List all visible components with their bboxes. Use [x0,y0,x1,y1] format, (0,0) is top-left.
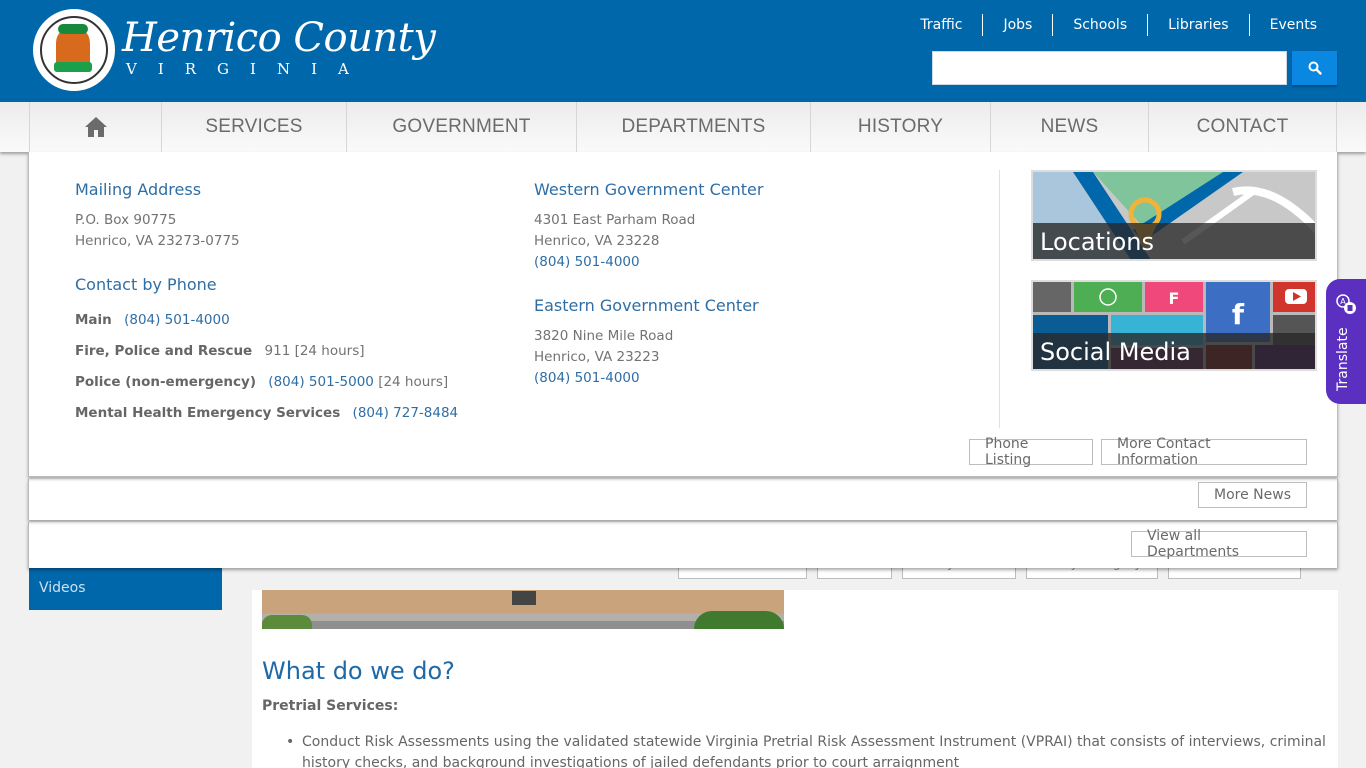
mailing-line-2: Henrico, VA 23273-0775 [75,233,240,249]
nav-departments[interactable]: DEPARTMENTS [577,102,811,152]
phone-label: Main [75,312,112,328]
logo-title[interactable]: Henrico County [122,18,436,58]
search-button[interactable] [1292,51,1337,85]
nav-news[interactable]: NEWS [991,102,1149,152]
search-icon [1308,61,1322,75]
phone-listing-button[interactable]: Phone Listing [969,436,1093,468]
nav-government[interactable]: GOVERNMENT [347,102,577,152]
site-header: Henrico County VIRGINIA Traffic Jobs Sch… [0,0,1366,100]
quick-link-jobs[interactable]: Jobs [982,14,1052,36]
phone-label: Fire, Police and Rescue [75,343,253,359]
nav-label: GOVERNMENT [392,116,531,137]
svg-text:f: f [1232,298,1245,331]
western-center-title: Western Government Center [534,180,764,199]
seal-headband [58,24,88,34]
quick-links: Traffic Jobs Schools Libraries Events [900,14,1334,36]
column-divider [999,170,1000,428]
eastern-line-1: 3820 Nine Mile Road [534,328,674,344]
phone-label: Mental Health Emergency Services [75,405,341,421]
eastern-center-title: Eastern Government Center [534,296,759,315]
news-menu-strip: More News [28,479,1338,520]
nav-label: HISTORY [857,116,944,137]
seal-base [54,62,92,72]
social-media-tile-label: Social Media [1033,333,1315,369]
nav-services[interactable]: SERVICES [162,102,347,152]
phone-row-mental-health: Mental Health Emergency Services (804) 7… [75,405,458,421]
county-seal-logo[interactable] [33,9,115,91]
nav-label: NEWS [1040,116,1099,137]
more-news-button[interactable]: More News [1198,482,1307,508]
view-all-departments-button[interactable]: View all Departments [1131,528,1307,560]
section-heading: What do we do? [262,657,455,685]
departments-menu-strip: View all Departments [28,522,1338,568]
phone-link[interactable]: (804) 501-4000 [124,312,230,328]
home-icon [84,117,107,137]
eastern-line-2: Henrico, VA 23223 [534,349,660,365]
contact-by-phone-title: Contact by Phone [75,275,217,294]
main-navigation: SERVICES GOVERNMENT DEPARTMENTS HISTORY … [0,100,1366,152]
western-line-2: Henrico, VA 23228 [534,233,660,249]
photo-bush [694,611,784,629]
locations-tile[interactable]: Locations [1031,170,1317,261]
nav-history[interactable]: HISTORY [811,102,991,152]
mailing-line-1: P.O. Box 90775 [75,212,177,228]
western-line-1: 4301 East Parham Road [534,212,696,228]
nav-label: CONTACT [1196,116,1289,137]
phone-link[interactable]: (804) 501-5000 [268,374,374,390]
logo-subtitle: VIRGINIA [126,60,370,78]
translate-label: Translate [1335,327,1351,391]
subheading: Pretrial Services: [262,698,399,714]
photo-sign [512,591,536,605]
quick-link-traffic[interactable]: Traffic [900,14,982,36]
translate-widget[interactable]: A Translate [1326,279,1366,404]
nav-contact[interactable]: CONTACT [1149,102,1337,152]
contact-mega-menu: Mailing Address P.O. Box 90775 Henrico, … [28,152,1338,477]
building-photo [262,590,784,629]
eastern-phone-link[interactable]: (804) 501-4000 [534,368,640,389]
svg-text:F: F [1169,289,1180,308]
sidebar-item-label: Videos [39,580,86,596]
phone-row-fire-police-rescue: Fire, Police and Rescue 911 [24 hours] [75,343,365,359]
sidebar-item-videos[interactable]: Videos [29,568,222,610]
quick-link-events[interactable]: Events [1248,14,1334,36]
phone-row-police-non-emergency: Police (non-emergency) (804) 501-5000 [2… [75,374,448,390]
locations-tile-label: Locations [1033,223,1315,259]
nav-label: SERVICES [205,116,303,137]
mailing-address-title: Mailing Address [75,180,202,199]
phone-link[interactable]: (804) 727-8484 [353,405,459,421]
western-phone-link[interactable]: (804) 501-4000 [534,252,640,273]
more-contact-information-button[interactable]: More Contact Information [1101,436,1307,468]
phone-note: 911 [24 hours] [264,343,365,359]
nav-label: DEPARTMENTS [621,116,766,137]
photo-bush [262,615,312,629]
phone-row-main: Main (804) 501-4000 [75,312,230,328]
list-item: Conduct Risk Assessments using the valid… [286,732,1332,768]
phone-note: [24 hours] [378,374,449,390]
quick-link-libraries[interactable]: Libraries [1147,14,1248,36]
nav-home[interactable] [30,102,162,152]
quick-link-schools[interactable]: Schools [1052,14,1147,36]
search-input[interactable] [932,51,1287,85]
translate-icon: A [1336,294,1356,314]
phone-label: Police (non-emergency) [75,374,256,390]
social-media-tile[interactable]: F f Social Media [1031,280,1317,371]
